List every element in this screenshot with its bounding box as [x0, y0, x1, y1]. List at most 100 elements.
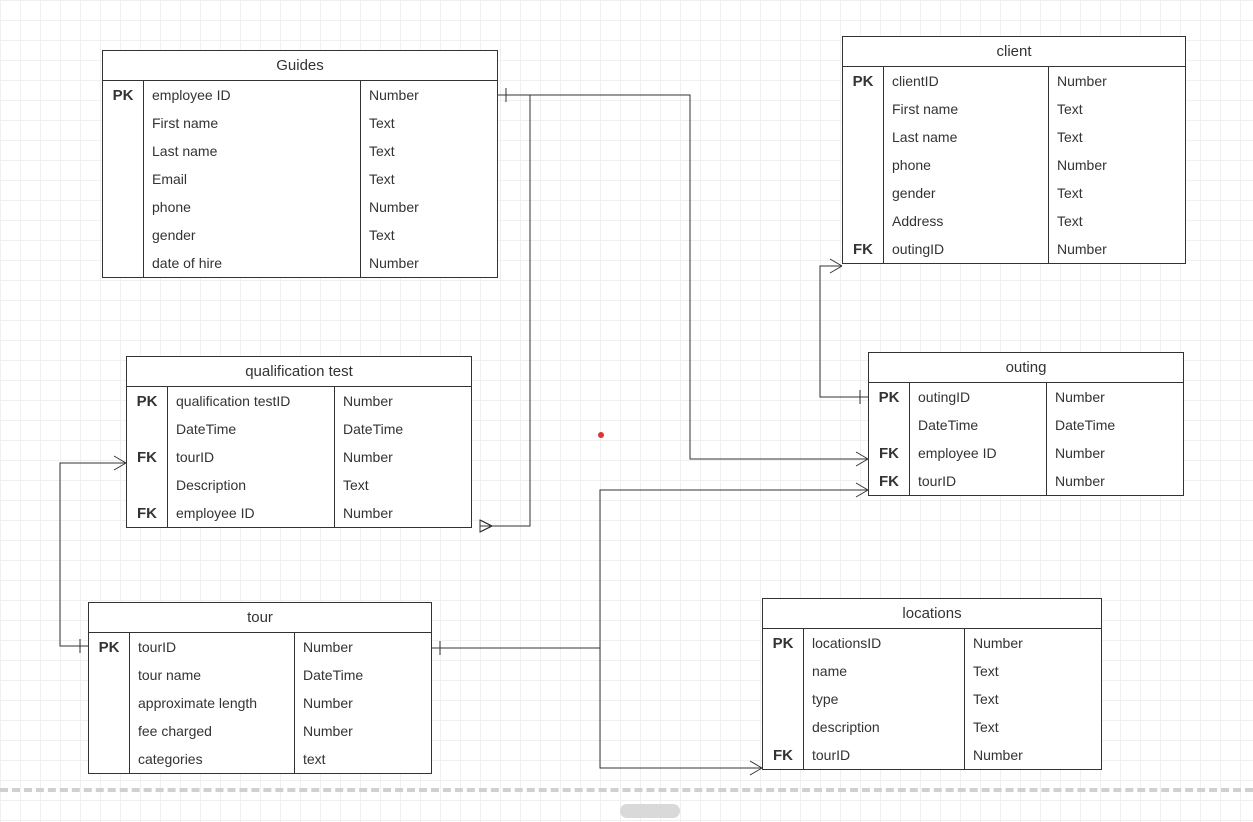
- key-cell: [843, 123, 884, 151]
- type-cell: Number: [361, 249, 497, 277]
- name-cell: gender: [144, 221, 361, 249]
- entity-row[interactable]: phoneNumber: [843, 151, 1185, 179]
- name-cell: phone: [144, 193, 361, 221]
- key-cell: [843, 151, 884, 179]
- entity-row[interactable]: FKtourIDNumber: [869, 467, 1183, 495]
- name-cell: tourID: [130, 633, 295, 661]
- entity-row[interactable]: Last nameText: [103, 137, 497, 165]
- name-cell: First name: [884, 95, 1049, 123]
- entity-row[interactable]: FKtourIDNumber: [127, 443, 471, 471]
- entity-row[interactable]: phoneNumber: [103, 193, 497, 221]
- name-cell: tourID: [910, 467, 1047, 495]
- entity-locations[interactable]: locations PKlocationsIDNumbernameTexttyp…: [762, 598, 1102, 770]
- horizontal-scrollbar-thumb[interactable]: [620, 804, 680, 818]
- key-cell: [103, 221, 144, 249]
- entity-body: PKoutingIDNumberDateTimeDateTimeFKemploy…: [869, 383, 1183, 495]
- type-cell: Text: [965, 685, 1101, 713]
- type-cell: Number: [965, 741, 1101, 769]
- entity-row[interactable]: FKoutingIDNumber: [843, 235, 1185, 263]
- key-cell: [127, 415, 168, 443]
- key-cell: PK: [843, 67, 884, 95]
- key-cell: [89, 745, 130, 773]
- entity-row[interactable]: genderText: [843, 179, 1185, 207]
- entity-row[interactable]: genderText: [103, 221, 497, 249]
- key-cell: [869, 411, 910, 439]
- entity-row[interactable]: PKoutingIDNumber: [869, 383, 1183, 411]
- type-cell: text: [295, 745, 431, 773]
- name-cell: tourID: [168, 443, 335, 471]
- entity-row[interactable]: categoriestext: [89, 745, 431, 773]
- entity-row[interactable]: FKemployee IDNumber: [127, 499, 471, 527]
- key-cell: [89, 689, 130, 717]
- key-cell: [843, 179, 884, 207]
- key-cell: [103, 193, 144, 221]
- type-cell: Number: [965, 629, 1101, 657]
- entity-row[interactable]: PKqualification testIDNumber: [127, 387, 471, 415]
- type-cell: Number: [361, 193, 497, 221]
- entity-row[interactable]: DescriptionText: [127, 471, 471, 499]
- type-cell: Text: [361, 109, 497, 137]
- entity-tour[interactable]: tour PKtourIDNumbertour nameDateTimeappr…: [88, 602, 432, 774]
- name-cell: DateTime: [168, 415, 335, 443]
- type-cell: DateTime: [295, 661, 431, 689]
- entity-row[interactable]: approximate lengthNumber: [89, 689, 431, 717]
- entity-row[interactable]: AddressText: [843, 207, 1185, 235]
- name-cell: name: [804, 657, 965, 685]
- type-cell: Number: [1047, 383, 1183, 411]
- name-cell: approximate length: [130, 689, 295, 717]
- name-cell: DateTime: [910, 411, 1047, 439]
- type-cell: Number: [335, 499, 471, 527]
- entity-row[interactable]: nameText: [763, 657, 1101, 685]
- type-cell: Number: [1049, 67, 1185, 95]
- entity-row[interactable]: fee chargedNumber: [89, 717, 431, 745]
- entity-row[interactable]: Last nameText: [843, 123, 1185, 151]
- entity-row[interactable]: PKlocationsIDNumber: [763, 629, 1101, 657]
- key-cell: FK: [127, 499, 168, 527]
- name-cell: Last name: [144, 137, 361, 165]
- entity-row[interactable]: FKemployee IDNumber: [869, 439, 1183, 467]
- entity-row[interactable]: tour nameDateTime: [89, 661, 431, 689]
- type-cell: Number: [295, 689, 431, 717]
- name-cell: phone: [884, 151, 1049, 179]
- key-cell: [763, 657, 804, 685]
- entity-title: client: [843, 37, 1185, 67]
- entity-row[interactable]: descriptionText: [763, 713, 1101, 741]
- key-cell: [127, 471, 168, 499]
- key-cell: PK: [763, 629, 804, 657]
- entity-row[interactable]: PKtourIDNumber: [89, 633, 431, 661]
- entity-row[interactable]: FKtourIDNumber: [763, 741, 1101, 769]
- entity-row[interactable]: DateTimeDateTime: [869, 411, 1183, 439]
- type-cell: Number: [335, 387, 471, 415]
- type-cell: Number: [295, 717, 431, 745]
- entity-row[interactable]: First nameText: [843, 95, 1185, 123]
- key-cell: [103, 249, 144, 277]
- type-cell: Text: [1049, 95, 1185, 123]
- entity-qualification[interactable]: qualification test PKqualification testI…: [126, 356, 472, 528]
- type-cell: Text: [361, 137, 497, 165]
- key-cell: FK: [127, 443, 168, 471]
- entity-outing[interactable]: outing PKoutingIDNumberDateTimeDateTimeF…: [868, 352, 1184, 496]
- key-cell: FK: [869, 439, 910, 467]
- entity-title: outing: [869, 353, 1183, 383]
- key-cell: [103, 165, 144, 193]
- entity-row[interactable]: PKclientIDNumber: [843, 67, 1185, 95]
- key-cell: [843, 95, 884, 123]
- type-cell: Text: [965, 657, 1101, 685]
- entity-row[interactable]: date of hireNumber: [103, 249, 497, 277]
- entity-row[interactable]: EmailText: [103, 165, 497, 193]
- type-cell: Text: [1049, 207, 1185, 235]
- name-cell: Last name: [884, 123, 1049, 151]
- entity-guides[interactable]: Guides PKemployee IDNumberFirst nameText…: [102, 50, 498, 278]
- entity-row[interactable]: typeText: [763, 685, 1101, 713]
- name-cell: employee ID: [144, 81, 361, 109]
- key-cell: FK: [763, 741, 804, 769]
- entity-body: PKclientIDNumberFirst nameTextLast nameT…: [843, 67, 1185, 263]
- entity-client[interactable]: client PKclientIDNumberFirst nameTextLas…: [842, 36, 1186, 264]
- entity-body: PKqualification testIDNumberDateTimeDate…: [127, 387, 471, 527]
- key-cell: [103, 109, 144, 137]
- entity-row[interactable]: DateTimeDateTime: [127, 415, 471, 443]
- name-cell: description: [804, 713, 965, 741]
- cursor-dot-icon: [598, 432, 604, 438]
- entity-row[interactable]: PKemployee IDNumber: [103, 81, 497, 109]
- entity-row[interactable]: First nameText: [103, 109, 497, 137]
